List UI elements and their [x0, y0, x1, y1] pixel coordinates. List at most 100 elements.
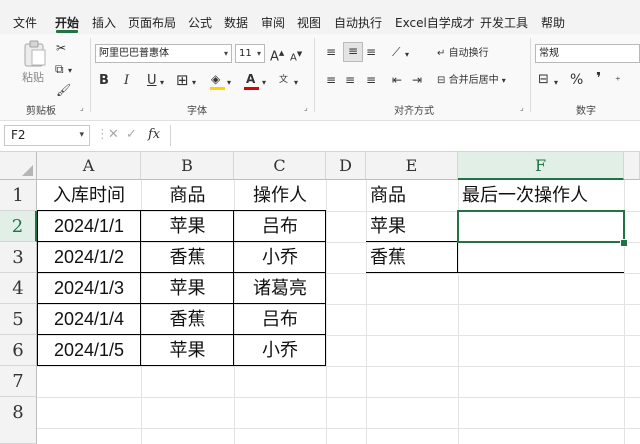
borders-dropdown-icon[interactable]: ▾	[192, 75, 196, 91]
insert-function-button[interactable]: fx	[148, 127, 160, 142]
row-header-1[interactable]: 1	[0, 180, 37, 211]
menu-review[interactable]: 审阅	[261, 0, 285, 34]
spreadsheet-grid[interactable]: A B C D E F 1 2 3 4 5 6 7 8 入库时间 商品 操作人	[0, 152, 640, 444]
align-top-icon[interactable]: ≡	[326, 44, 336, 60]
enter-icon[interactable]: ✓	[126, 128, 137, 142]
cell-b3[interactable]: 香蕉	[141, 242, 234, 273]
accounting-format-icon[interactable]: ⊟	[538, 72, 549, 88]
underline-button[interactable]: U	[147, 73, 157, 89]
menu-excel-self-study[interactable]: Excel自学成才	[395, 0, 475, 34]
cell-f1[interactable]: 最后一次操作人	[458, 180, 624, 211]
bold-button[interactable]: B	[99, 73, 109, 89]
cell-c6[interactable]: 小乔	[234, 335, 326, 366]
cell-c1[interactable]: 操作人	[234, 180, 326, 211]
font-color-dropdown-icon[interactable]: ▾	[262, 75, 266, 91]
format-painter-icon[interactable]: 🖌	[56, 82, 71, 98]
align-middle-icon[interactable]: ≡	[343, 42, 363, 62]
italic-button[interactable]: I	[124, 73, 129, 89]
cell-a1[interactable]: 入库时间	[37, 180, 141, 211]
row-header-2[interactable]: 2	[0, 211, 37, 242]
alignment-launcher-icon[interactable]: ⌟	[520, 103, 524, 112]
fill-dropdown-icon[interactable]: ▾	[227, 75, 231, 91]
align-right-icon[interactable]: ≡	[366, 72, 376, 88]
column-header-f[interactable]: F	[458, 152, 624, 180]
cell-a4[interactable]: 2024/1/3	[37, 273, 141, 304]
cell-a3[interactable]: 2024/1/2	[37, 242, 141, 273]
fill-handle[interactable]	[620, 239, 628, 247]
cell-a2[interactable]: 2024/1/1	[37, 211, 141, 242]
align-left-icon[interactable]: ≡	[326, 72, 336, 88]
formula-input[interactable]	[170, 125, 637, 146]
wrap-text-button[interactable]: ↵ 自动换行	[437, 46, 489, 62]
cell-a6[interactable]: 2024/1/5	[37, 335, 141, 366]
cell-b2[interactable]: 苹果	[141, 211, 234, 242]
borders-icon[interactable]: ⊞	[176, 72, 189, 88]
fill-color-button[interactable]: ◈	[210, 71, 226, 91]
cell-c5[interactable]: 吕布	[234, 304, 326, 335]
font-size-select[interactable]: 11 ▾	[235, 44, 265, 63]
font-color-button[interactable]: A	[244, 71, 260, 91]
menu-developer[interactable]: 开发工具	[480, 0, 528, 34]
orientation-dropdown-icon[interactable]: ▾	[405, 47, 409, 63]
cell-f3[interactable]	[458, 242, 624, 273]
increase-indent-icon[interactable]: ⇥	[412, 72, 422, 88]
cell-a5[interactable]: 2024/1/4	[37, 304, 141, 335]
menu-formulas[interactable]: 公式	[188, 0, 212, 34]
decrease-indent-icon[interactable]: ⇤	[392, 72, 402, 88]
column-header-g[interactable]	[624, 152, 640, 180]
select-all-button[interactable]	[0, 152, 37, 180]
phonetic-dropdown-icon[interactable]: ▾	[294, 75, 298, 91]
menu-data[interactable]: 数据	[224, 0, 248, 34]
number-format-select[interactable]: 常规	[535, 44, 640, 63]
accounting-dropdown-icon[interactable]: ▾	[554, 75, 558, 91]
cell-b1[interactable]: 商品	[141, 180, 234, 211]
row-header-7[interactable]: 7	[0, 366, 37, 397]
row-header-4[interactable]: 4	[0, 273, 37, 304]
grow-font-button[interactable]: A▲	[270, 45, 284, 65]
column-header-b[interactable]: B	[141, 152, 234, 180]
row-header-3[interactable]: 3	[0, 242, 37, 273]
cell-e3[interactable]: 香蕉	[366, 242, 458, 273]
name-box[interactable]: F2 ▾	[4, 125, 90, 146]
cell-c2[interactable]: 吕布	[234, 211, 326, 242]
menu-file[interactable]: 文件	[13, 0, 37, 34]
comma-style-icon[interactable]: ❜	[596, 70, 601, 86]
cell-e2[interactable]: 苹果	[366, 211, 458, 242]
column-header-e[interactable]: E	[366, 152, 458, 180]
row-header-6[interactable]: 6	[0, 335, 37, 366]
align-bottom-icon[interactable]: ≡	[366, 44, 376, 60]
row-header-5[interactable]: 5	[0, 304, 37, 335]
paste-button[interactable]: 粘贴	[18, 40, 52, 88]
cell-b4[interactable]: 苹果	[141, 273, 234, 304]
orientation-icon[interactable]: ⟋	[392, 44, 400, 60]
menu-help[interactable]: 帮助	[541, 0, 565, 34]
underline-dropdown-icon[interactable]: ▾	[160, 75, 164, 91]
merge-center-button[interactable]: ⊟ 合并后居中 ▾	[437, 73, 506, 89]
cell-b6[interactable]: 苹果	[141, 335, 234, 366]
menu-page-layout[interactable]: 页面布局	[128, 0, 176, 34]
cancel-icon[interactable]: ✕	[108, 128, 119, 142]
column-header-a[interactable]: A	[37, 152, 141, 180]
cell-b5[interactable]: 香蕉	[141, 304, 234, 335]
phonetic-icon[interactable]: 文	[279, 72, 288, 88]
percent-button[interactable]: %	[570, 72, 583, 88]
align-center-icon[interactable]: ≡	[345, 72, 355, 88]
shrink-font-button[interactable]: A▼	[290, 46, 302, 66]
menu-automate[interactable]: 自动执行	[334, 0, 382, 34]
copy-dropdown-icon[interactable]: ▾	[68, 63, 72, 79]
copy-icon[interactable]: ⧉	[55, 61, 64, 77]
menu-home[interactable]: 开始	[55, 0, 79, 34]
font-name-select[interactable]: 阿里巴巴普惠体 ▾	[95, 44, 232, 63]
menu-view[interactable]: 视图	[297, 0, 321, 34]
increase-decimal-icon[interactable]: ⁺	[615, 73, 621, 89]
clipboard-launcher-icon[interactable]: ⌟	[80, 103, 84, 112]
cell-c4[interactable]: 诸葛亮	[234, 273, 326, 304]
row-header-8[interactable]: 8	[0, 397, 37, 444]
cell-c3[interactable]: 小乔	[234, 242, 326, 273]
menu-insert[interactable]: 插入	[92, 0, 116, 34]
font-launcher-icon[interactable]: ⌟	[304, 103, 308, 112]
column-header-d[interactable]: D	[326, 152, 366, 180]
cell-e1[interactable]: 商品	[366, 180, 458, 211]
column-header-c[interactable]: C	[234, 152, 326, 180]
cut-icon[interactable]: ✂	[56, 40, 66, 56]
